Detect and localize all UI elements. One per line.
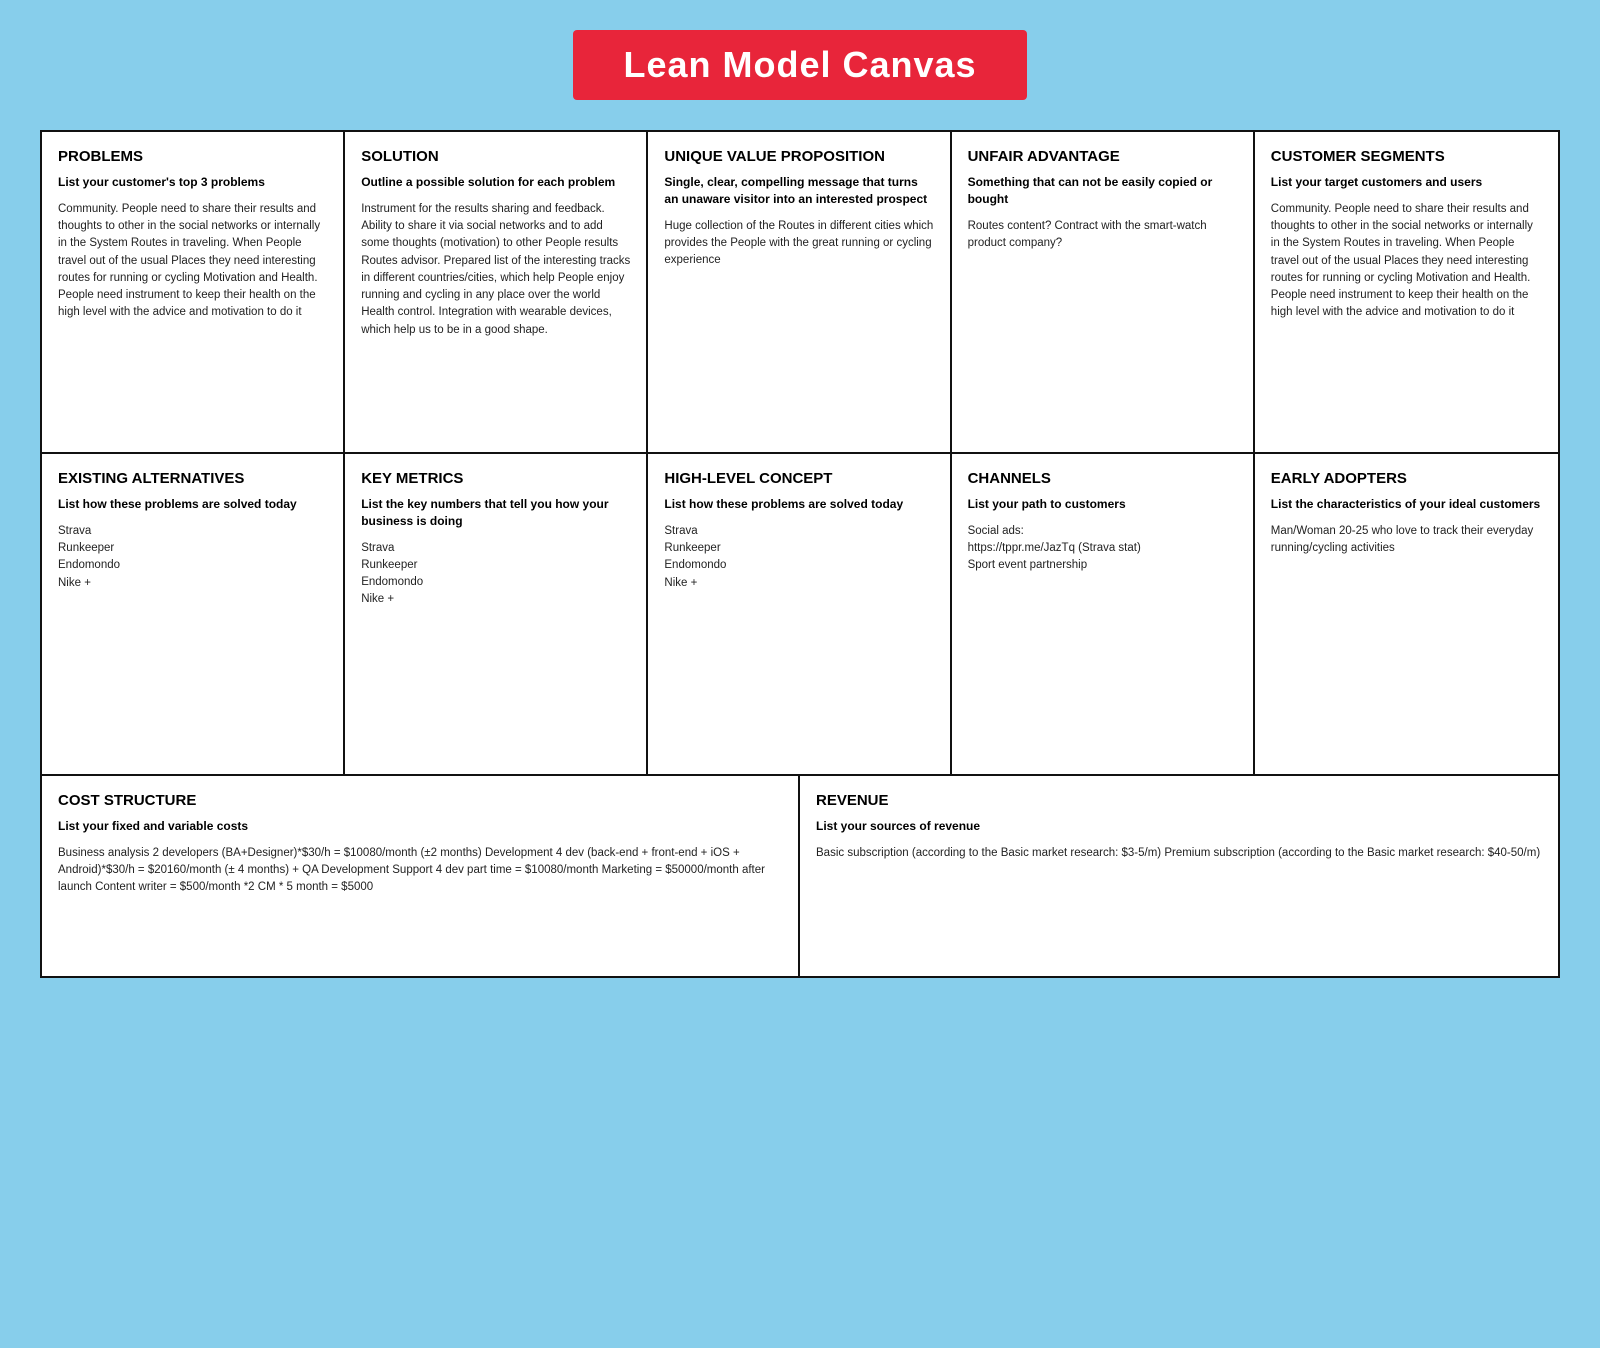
- customer-segments-cell: CUSTOMER SEGMENTS List your target custo…: [1255, 132, 1558, 452]
- channels-body: Social ads:https://tppr.me/JazTq (Strava…: [968, 523, 1237, 575]
- list-item: Runkeeper: [664, 540, 933, 557]
- unfair-subtitle: Something that can not be easily copied …: [968, 174, 1237, 208]
- existing-alternatives-cell: EXISTING ALTERNATIVES List how these pro…: [42, 454, 345, 774]
- uvp-title: UNIQUE VALUE PROPOSITION: [664, 148, 933, 166]
- middle-row: EXISTING ALTERNATIVES List how these pro…: [42, 454, 1558, 776]
- unfair-cell: UNFAIR ADVANTAGE Something that can not …: [952, 132, 1255, 452]
- high-level-body: StravaRunkeeperEndomondoNike +: [664, 523, 933, 592]
- solution-body: Instrument for the results sharing and f…: [361, 201, 630, 339]
- list-item: Runkeeper: [58, 540, 327, 557]
- unfair-title: UNFAIR ADVANTAGE: [968, 148, 1237, 166]
- revenue-title: REVENUE: [816, 792, 1542, 810]
- list-item: Endomondo: [58, 557, 327, 574]
- problems-body: Community. People need to share their re…: [58, 201, 327, 322]
- uvp-body: Huge collection of the Routes in differe…: [664, 218, 933, 270]
- solution-subtitle: Outline a possible solution for each pro…: [361, 174, 630, 191]
- uvp-cell: UNIQUE VALUE PROPOSITION Single, clear, …: [648, 132, 951, 452]
- early-adopters-cell: EARLY ADOPTERS List the characteristics …: [1255, 454, 1558, 774]
- list-item: Nike +: [361, 591, 630, 608]
- cost-structure-subtitle: List your fixed and variable costs: [58, 818, 782, 835]
- title-container: Lean Model Canvas: [40, 30, 1560, 100]
- customer-segments-subtitle: List your target customers and users: [1271, 174, 1542, 191]
- page-title: Lean Model Canvas: [623, 44, 976, 86]
- early-adopters-subtitle: List the characteristics of your ideal c…: [1271, 496, 1542, 513]
- list-item: Nike +: [664, 575, 933, 592]
- revenue-subtitle: List your sources of revenue: [816, 818, 1542, 835]
- customer-segments-title: CUSTOMER SEGMENTS: [1271, 148, 1542, 166]
- title-box: Lean Model Canvas: [573, 30, 1026, 100]
- problems-title: PROBLEMS: [58, 148, 327, 166]
- list-item: Strava: [664, 523, 933, 540]
- revenue-body: Basic subscription (according to the Bas…: [816, 845, 1542, 862]
- high-level-cell: HIGH-LEVEL CONCEPT List how these proble…: [648, 454, 951, 774]
- solution-title: SOLUTION: [361, 148, 630, 166]
- list-item: Endomondo: [664, 557, 933, 574]
- list-item: Strava: [361, 540, 630, 557]
- existing-alternatives-body: StravaRunkeeperEndomondoNike +: [58, 523, 327, 592]
- problems-cell: PROBLEMS List your customer's top 3 prob…: [42, 132, 345, 452]
- cost-structure-title: COST STRUCTURE: [58, 792, 782, 810]
- key-metrics-subtitle: List the key numbers that tell you how y…: [361, 496, 630, 530]
- list-item: Strava: [58, 523, 327, 540]
- cost-structure-cell: COST STRUCTURE List your fixed and varia…: [42, 776, 800, 976]
- list-item: Runkeeper: [361, 557, 630, 574]
- top-row: PROBLEMS List your customer's top 3 prob…: [42, 132, 1558, 454]
- key-metrics-title: KEY METRICS: [361, 470, 630, 488]
- bottom-row: COST STRUCTURE List your fixed and varia…: [42, 776, 1558, 976]
- existing-alternatives-subtitle: List how these problems are solved today: [58, 496, 327, 513]
- cost-structure-body: Business analysis 2 developers (BA+Desig…: [58, 845, 782, 897]
- uvp-subtitle: Single, clear, compelling message that t…: [664, 174, 933, 208]
- customer-segments-body: Community. People need to share their re…: [1271, 201, 1542, 322]
- high-level-title: HIGH-LEVEL CONCEPT: [664, 470, 933, 488]
- list-item: Endomondo: [361, 574, 630, 591]
- early-adopters-body: Man/Woman 20-25 who love to track their …: [1271, 523, 1542, 558]
- unfair-body: Routes content? Contract with the smart-…: [968, 218, 1237, 253]
- canvas: PROBLEMS List your customer's top 3 prob…: [40, 130, 1560, 978]
- list-item: Nike +: [58, 575, 327, 592]
- channels-cell: CHANNELS List your path to customers Soc…: [952, 454, 1255, 774]
- solution-cell: SOLUTION Outline a possible solution for…: [345, 132, 648, 452]
- key-metrics-body: StravaRunkeeperEndomondoNike +: [361, 540, 630, 609]
- key-metrics-cell: KEY METRICS List the key numbers that te…: [345, 454, 648, 774]
- existing-alternatives-title: EXISTING ALTERNATIVES: [58, 470, 327, 488]
- early-adopters-title: EARLY ADOPTERS: [1271, 470, 1542, 488]
- channels-title: CHANNELS: [968, 470, 1237, 488]
- channels-subtitle: List your path to customers: [968, 496, 1237, 513]
- high-level-subtitle: List how these problems are solved today: [664, 496, 933, 513]
- revenue-cell: REVENUE List your sources of revenue Bas…: [800, 776, 1558, 976]
- problems-subtitle: List your customer's top 3 problems: [58, 174, 327, 191]
